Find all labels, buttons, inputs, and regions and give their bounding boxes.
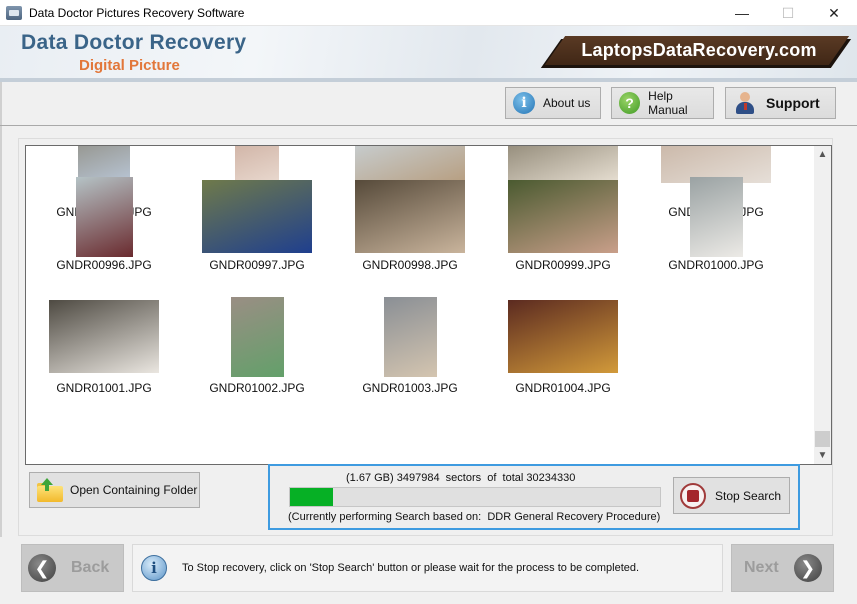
stop-search-label: Stop Search xyxy=(715,488,782,503)
vertical-scrollbar[interactable]: ▲ ▼ xyxy=(814,146,831,464)
progress-bar xyxy=(289,487,661,507)
photo-filename: GNDR00996.JPG xyxy=(56,258,152,272)
photo-thumbnail[interactable] xyxy=(49,300,159,373)
gallery-item[interactable]: GNDR00992.JPG xyxy=(182,146,332,219)
stop-search-button[interactable]: Stop Search xyxy=(673,477,790,514)
gallery-item[interactable]: GNDR01001.JPG xyxy=(29,297,179,407)
scroll-down-arrow-icon[interactable]: ▼ xyxy=(814,447,831,464)
info-message-bar: i To Stop recovery, click on 'Stop Searc… xyxy=(132,544,723,592)
support-button[interactable]: Support xyxy=(725,87,836,119)
info-message: To Stop recovery, click on 'Stop Search'… xyxy=(182,562,640,574)
photo-thumbnail[interactable] xyxy=(355,180,465,253)
photo-thumbnail[interactable] xyxy=(76,177,133,257)
back-button[interactable]: ❮ Back xyxy=(21,544,124,592)
info-icon: i xyxy=(513,92,535,114)
gallery-item[interactable]: GNDR00994.JPG xyxy=(488,146,638,219)
photo-thumbnail[interactable] xyxy=(508,300,618,373)
scrollbar-thumb[interactable] xyxy=(815,431,830,447)
gallery-item[interactable]: GNDR00995.JPG xyxy=(641,146,791,219)
photo-thumbnail[interactable] xyxy=(384,297,437,377)
help-manual-button[interactable]: ? Help Manual xyxy=(611,87,714,119)
photo-filename: GNDR01004.JPG xyxy=(515,381,611,395)
gallery-item[interactable]: GNDR00997.JPG xyxy=(182,174,332,284)
back-arrow-icon: ❮ xyxy=(28,554,56,582)
next-arrow-icon: ❯ xyxy=(793,554,822,582)
photo-thumbnail[interactable] xyxy=(231,297,284,377)
scroll-up-arrow-icon[interactable]: ▲ xyxy=(814,146,831,163)
close-button[interactable]: ✕ xyxy=(811,0,857,26)
photo-filename: GNDR01002.JPG xyxy=(209,381,305,395)
open-containing-folder-button[interactable]: Open Containing Folder xyxy=(29,472,200,508)
support-label: Support xyxy=(766,95,820,111)
sectors-status: (1.67 GB) 3497984 sectors of total 30234… xyxy=(346,472,576,484)
window-controls: — ☐ ✕ xyxy=(719,0,857,26)
next-label: Next xyxy=(744,559,779,576)
window-left-edge xyxy=(0,82,2,604)
title-bar: Data Doctor Pictures Recovery Software —… xyxy=(0,0,857,26)
gallery-item[interactable]: GNDR00998.JPG xyxy=(335,174,485,284)
gallery-item[interactable]: GNDR01003.JPG xyxy=(335,297,485,407)
website-label: LaptopsDataRecovery.com xyxy=(581,40,817,60)
app-icon xyxy=(6,5,22,20)
thumbnail-gallery: GNDR00991.JPGGNDR00992.JPGGNDR00993.JPGG… xyxy=(25,145,832,465)
progress-bar-fill xyxy=(290,488,333,506)
brand-subtitle: Digital Picture xyxy=(79,57,180,74)
maximize-button[interactable]: ☐ xyxy=(765,0,811,26)
gallery-item[interactable]: GNDR00999.JPG xyxy=(488,174,638,284)
support-person-icon xyxy=(736,92,754,114)
thumbnail-grid: GNDR00991.JPGGNDR00992.JPGGNDR00993.JPGG… xyxy=(26,146,813,464)
procedure-status: (Currently performing Search based on: D… xyxy=(288,511,661,523)
photo-filename: GNDR00997.JPG xyxy=(209,258,305,272)
open-folder-label: Open Containing Folder xyxy=(70,483,198,497)
folder-upload-icon xyxy=(37,478,65,502)
photo-thumbnail[interactable] xyxy=(202,180,312,253)
next-button[interactable]: Next ❯ xyxy=(731,544,834,592)
brand-title: Data Doctor Recovery xyxy=(21,31,247,54)
scan-progress-panel: (1.67 GB) 3497984 sectors of total 30234… xyxy=(268,464,800,530)
gallery-item[interactable]: GNDR00993.JPG xyxy=(335,146,485,219)
photo-filename: GNDR00999.JPG xyxy=(515,258,611,272)
window-title: Data Doctor Pictures Recovery Software xyxy=(29,5,245,20)
gallery-item[interactable]: GNDR00996.JPG xyxy=(29,174,179,284)
gallery-item[interactable]: GNDR01000.JPG xyxy=(641,174,791,284)
gallery-item[interactable]: GNDR01004.JPG xyxy=(488,297,638,407)
photo-filename: GNDR01000.JPG xyxy=(668,258,764,272)
photo-thumbnail[interactable] xyxy=(508,180,618,253)
toolbar-separator xyxy=(0,125,857,126)
photo-filename: GNDR01003.JPG xyxy=(362,381,458,395)
gallery-item[interactable]: GNDR00991.JPG xyxy=(29,146,179,219)
about-us-label: About us xyxy=(543,96,591,110)
back-label: Back xyxy=(71,559,110,576)
website-badge: LaptopsDataRecovery.com xyxy=(540,36,852,68)
header-banner: Data Doctor Recovery Digital Picture Lap… xyxy=(0,26,857,82)
photo-thumbnail[interactable] xyxy=(690,177,743,257)
photo-filename: GNDR01001.JPG xyxy=(56,381,152,395)
about-us-button[interactable]: i About us xyxy=(505,87,601,119)
info-icon: i xyxy=(141,555,167,581)
gallery-item[interactable]: GNDR01002.JPG xyxy=(182,297,332,407)
stop-icon xyxy=(680,482,706,509)
photo-filename: GNDR00998.JPG xyxy=(362,258,458,272)
minimize-button[interactable]: — xyxy=(719,0,765,26)
help-manual-label: Help Manual xyxy=(648,89,688,117)
question-icon: ? xyxy=(619,92,641,114)
